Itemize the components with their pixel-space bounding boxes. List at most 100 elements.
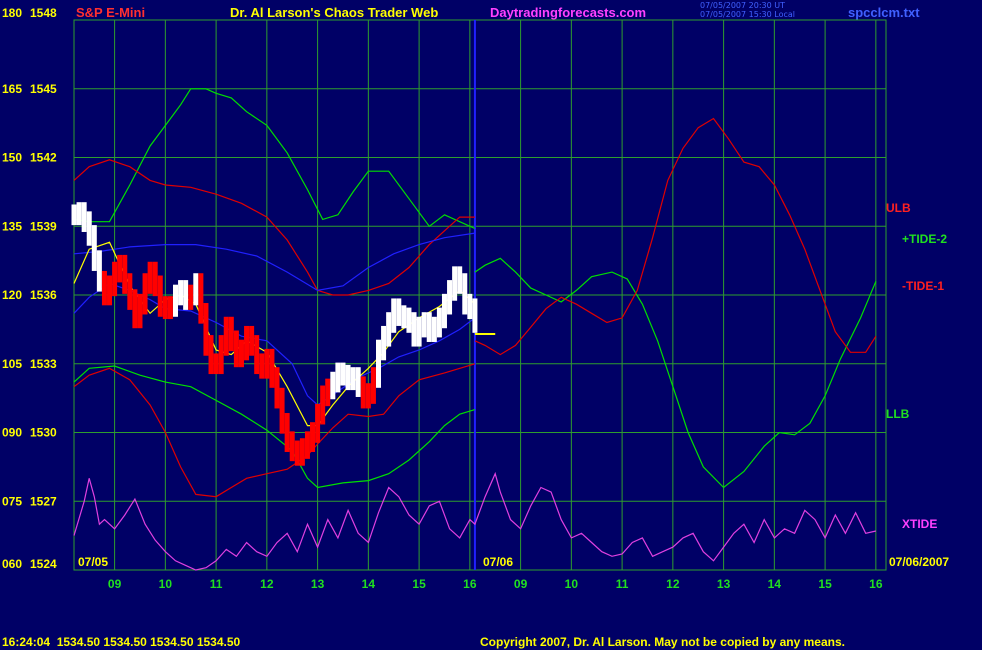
price-bar bbox=[173, 284, 178, 317]
y-axis-price-label: 1542 bbox=[30, 151, 57, 165]
y-axis-left-label: 165 bbox=[2, 82, 22, 96]
date-marker-day1: 07/05 bbox=[78, 555, 108, 569]
label-tide2: +TIDE-2 bbox=[902, 232, 947, 246]
price-bar bbox=[452, 266, 458, 301]
x-axis-label-day2: 16 bbox=[869, 577, 883, 591]
price-bar bbox=[294, 440, 300, 466]
price-bar bbox=[457, 266, 463, 294]
chart-title: Dr. Al Larson's Chaos Trader Web bbox=[230, 5, 438, 20]
price-bar bbox=[370, 367, 376, 404]
price-bar bbox=[188, 284, 194, 310]
price-bar bbox=[132, 289, 138, 329]
price-bar bbox=[441, 293, 447, 329]
x-axis-label-day2: 10 bbox=[565, 577, 579, 591]
price-bar bbox=[218, 335, 224, 375]
price-bar bbox=[436, 307, 442, 338]
y-axis-price-label: 1545 bbox=[30, 82, 57, 96]
y-axis-price-label: 1527 bbox=[30, 494, 57, 508]
price-bar bbox=[315, 403, 321, 443]
price-bar bbox=[259, 353, 265, 379]
x-axis-label-day1: 11 bbox=[210, 577, 223, 591]
price-bar bbox=[462, 273, 468, 315]
price-bar bbox=[310, 422, 316, 452]
price-bar bbox=[213, 353, 219, 375]
footer-copyright: Copyright 2007, Dr. Al Larson. May not b… bbox=[480, 635, 845, 649]
price-bar bbox=[142, 273, 148, 315]
price-bar bbox=[198, 273, 204, 324]
price-bar bbox=[167, 296, 173, 320]
y-axis-left-label: 105 bbox=[2, 357, 22, 371]
price-bar bbox=[365, 383, 371, 409]
x-axis-label-day1: 14 bbox=[362, 577, 376, 591]
y-axis-left-label: 060 bbox=[2, 557, 22, 571]
x-axis-label-day2: 15 bbox=[818, 577, 832, 591]
price-bar bbox=[178, 280, 184, 306]
price-bar bbox=[396, 298, 402, 326]
price-bar bbox=[406, 307, 412, 333]
x-axis-label-day2: 13 bbox=[717, 577, 731, 591]
price-bar bbox=[289, 431, 295, 462]
price-bar bbox=[228, 316, 234, 352]
price-bar bbox=[147, 261, 153, 294]
price-bar bbox=[401, 305, 407, 329]
x-axis-label-day2: 14 bbox=[768, 577, 782, 591]
y-axis-price-label: 1548 bbox=[30, 6, 57, 20]
price-bar bbox=[162, 296, 168, 320]
price-bar bbox=[345, 364, 351, 391]
timestamp-ut: 07/05/2007 20:30 UT bbox=[700, 1, 785, 10]
source-file: spcclcm.txt bbox=[848, 5, 920, 20]
x-axis-label-day1: 12 bbox=[260, 577, 274, 591]
date-marker-full: 07/06/2007 bbox=[889, 555, 949, 569]
price-bar bbox=[152, 261, 158, 297]
price-bar bbox=[203, 303, 209, 356]
y-axis-price-label: 1524 bbox=[30, 557, 57, 571]
price-bar bbox=[254, 335, 260, 375]
price-bar bbox=[86, 211, 92, 246]
price-bar bbox=[284, 413, 290, 452]
price-bar bbox=[193, 273, 199, 306]
y-axis-price-label: 1539 bbox=[30, 219, 57, 233]
price-bar bbox=[223, 316, 229, 356]
price-bar bbox=[244, 325, 250, 361]
price-bar bbox=[71, 204, 77, 226]
y-axis-price-label: 1530 bbox=[30, 426, 57, 440]
price-bar bbox=[183, 280, 189, 310]
price-bar bbox=[269, 348, 275, 388]
price-bar bbox=[117, 254, 123, 283]
price-bar bbox=[320, 385, 326, 425]
price-bar bbox=[416, 316, 422, 347]
price-bar bbox=[81, 202, 87, 232]
price-bar bbox=[325, 378, 331, 407]
price-bar bbox=[137, 293, 143, 329]
price-bar bbox=[76, 202, 82, 226]
price-bar bbox=[274, 367, 280, 409]
price-bar bbox=[299, 438, 305, 466]
site-link[interactable]: Daytradingforecasts.com bbox=[490, 5, 646, 20]
price-bar bbox=[208, 335, 214, 375]
x-axis-label-day1: 09 bbox=[108, 577, 122, 591]
label-tide1: -TIDE-1 bbox=[902, 279, 944, 293]
price-bar bbox=[264, 348, 270, 379]
label-ulb: ULB bbox=[886, 201, 911, 215]
price-bar bbox=[101, 270, 107, 306]
x-axis-label-day2: 12 bbox=[666, 577, 680, 591]
price-bar bbox=[249, 325, 255, 356]
x-axis-label-day1: 13 bbox=[311, 577, 325, 591]
date-marker-day2: 07/06 bbox=[483, 555, 513, 569]
y-axis-left-label: 075 bbox=[2, 494, 22, 508]
label-xtide: XTIDE bbox=[902, 517, 937, 531]
price-bar bbox=[107, 275, 113, 306]
label-llb: LLB bbox=[886, 407, 910, 421]
x-axis-label-day1: 16 bbox=[463, 577, 477, 591]
y-axis-left-label: 090 bbox=[2, 426, 22, 440]
price-bar bbox=[472, 298, 478, 333]
timestamp-local: 07/05/2007 15:30 Local bbox=[700, 10, 795, 19]
price-bar bbox=[421, 312, 427, 338]
price-bar bbox=[376, 339, 381, 388]
price-bar bbox=[447, 280, 453, 315]
price-bar bbox=[122, 254, 128, 294]
x-axis-label-day2: 09 bbox=[514, 577, 528, 591]
price-bar bbox=[330, 371, 336, 400]
price-bar bbox=[381, 325, 387, 361]
price-bar bbox=[431, 316, 437, 342]
